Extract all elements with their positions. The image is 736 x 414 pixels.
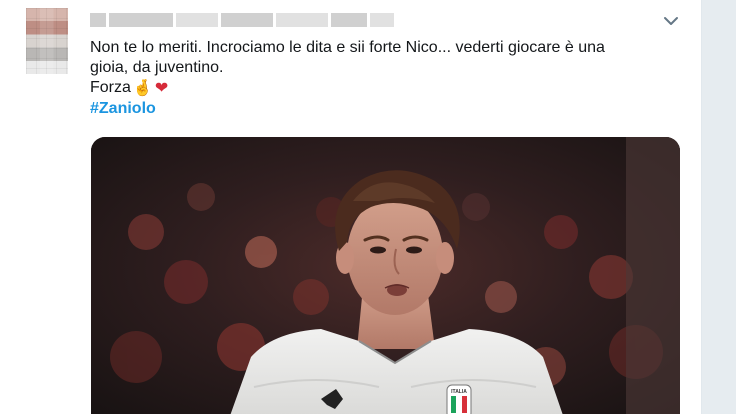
chevron-down-icon[interactable] (662, 12, 680, 30)
hashtag-link[interactable]: #Zaniolo (90, 100, 156, 117)
crossed-fingers-icon: 🤞 (132, 80, 153, 97)
tweet-text-forza: Forza (90, 79, 131, 96)
italy-badge-icon: ITALIA (446, 384, 472, 414)
blur-segment (331, 13, 367, 27)
badge-text: ITALIA (451, 389, 467, 395)
red-heart-icon: ❤ (154, 80, 169, 97)
tweet-media-photo[interactable]: ITALIA (91, 137, 680, 414)
blur-segment (90, 13, 106, 27)
author-name-blurred[interactable] (90, 11, 394, 29)
blur-segment (109, 13, 173, 27)
blur-segment (276, 13, 328, 27)
tweet-text-line-2: gioia, da juventino. (90, 59, 224, 76)
blur-segment (221, 13, 273, 27)
tweet-text: Non te lo meriti. Incrociamo le dita e s… (90, 38, 670, 119)
tweet-text-line-1: Non te lo meriti. Incrociamo le dita e s… (90, 39, 605, 56)
player-photo: ITALIA (91, 137, 680, 414)
tweet-card[interactable]: Non te lo meriti. Incrociamo le dita e s… (0, 0, 702, 414)
tweet-page: Non te lo meriti. Incrociamo le dita e s… (0, 0, 736, 414)
blur-segment (370, 13, 394, 27)
tweet-hashtag-line: #Zaniolo (90, 99, 670, 119)
tweet-text-line-3: Forza 🤞 ❤ (90, 78, 670, 99)
blur-segment (176, 13, 218, 27)
avatar[interactable] (26, 8, 68, 74)
